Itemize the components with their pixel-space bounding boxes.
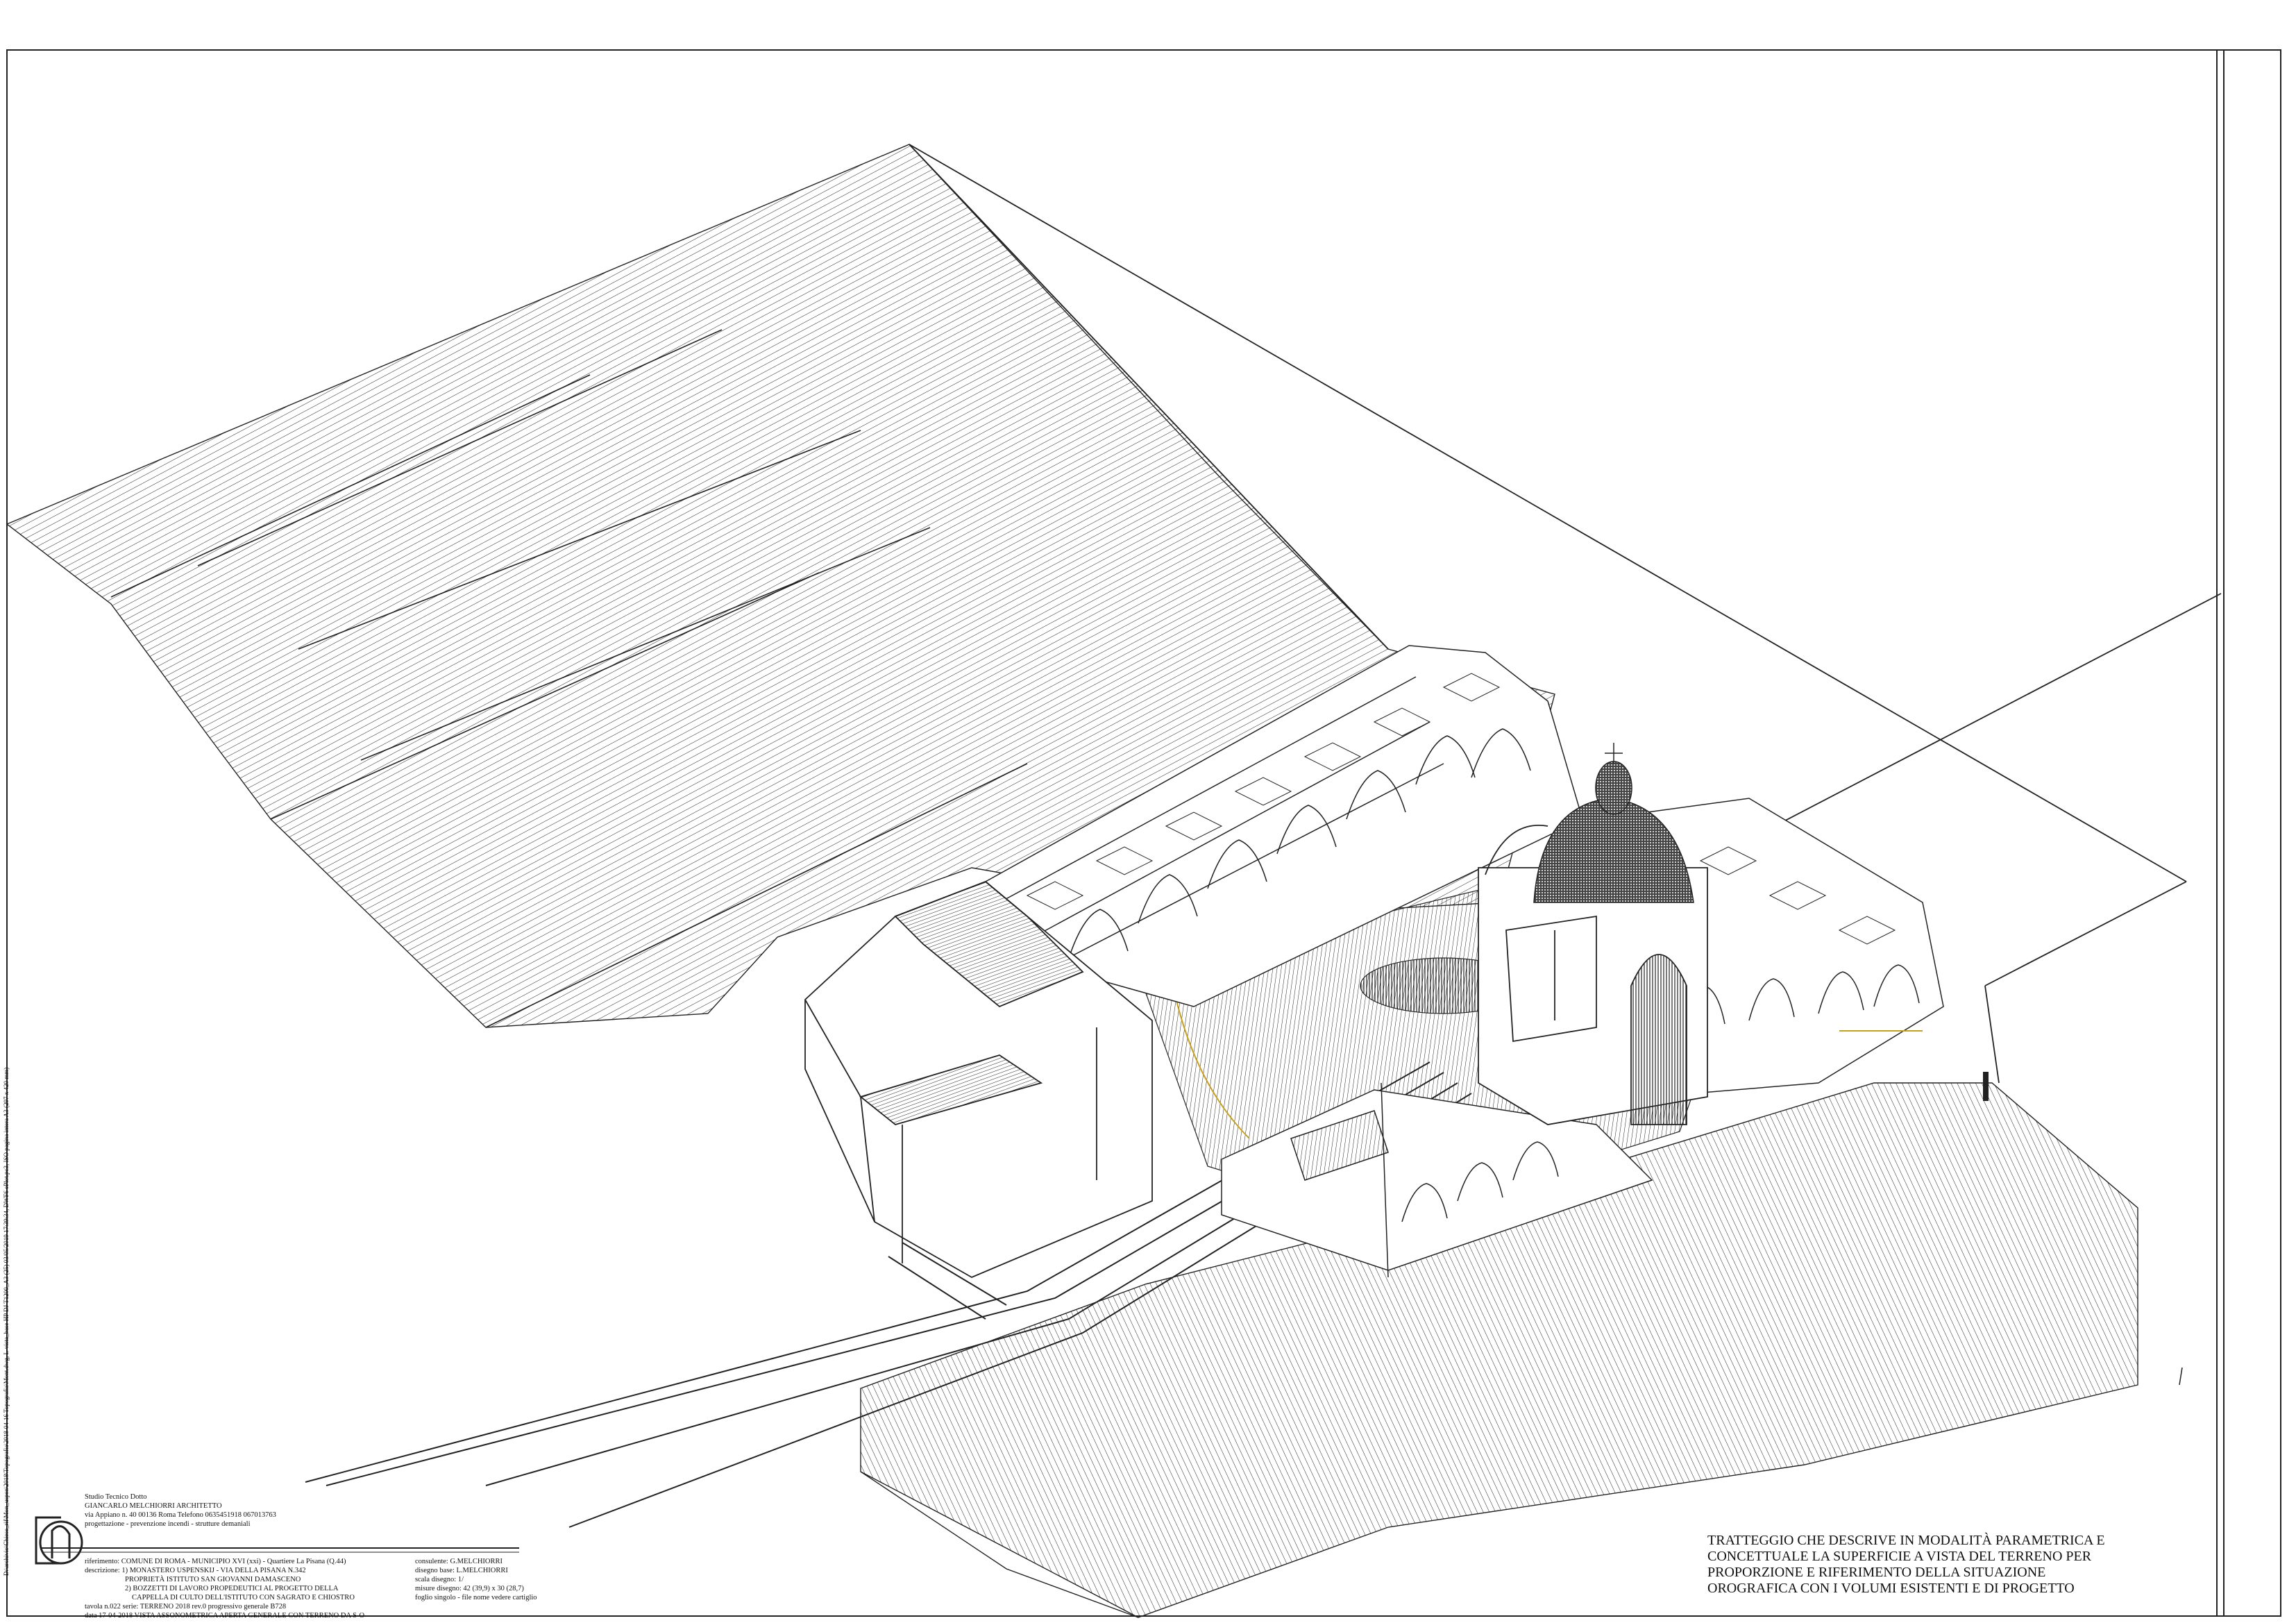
file-path-label: D:\archivio\Chiese_rif\Mon_uspen\2018\To…	[3, 1067, 10, 1576]
tavola-info: tavola n.022 serie: TERRENO 2018 rev.0 p…	[85, 1603, 287, 1611]
architect-name: GIANCARLO MELCHIORRI ARCHITETTO	[85, 1502, 222, 1510]
note-line-2: CONCETTUALE LA SUPERFICIE A VISTA DEL TE…	[1707, 1549, 2092, 1564]
studio-roles: progettazione - prevenzione incendi - st…	[85, 1520, 251, 1528]
scala-disegno: scala disegno: 1/	[415, 1576, 464, 1583]
studio-address: via Appiano n. 40 00136 Roma Telefono 06…	[85, 1511, 276, 1519]
note-line-4: OROGRAFICA CON I VOLUMI ESISTENTI E DI P…	[1707, 1581, 2075, 1596]
axonometric-drawing	[6, 49, 2281, 1618]
consulente: consulente: G.MELCHIORRI	[415, 1558, 503, 1565]
drawing-date-title: data 17-04-2018 VISTA ASSONOMETRICA APER…	[85, 1612, 365, 1620]
disegno-base: disegno base: L.MELCHIORRI	[415, 1567, 508, 1574]
descrizione-4: CAPPELLA DI CULTO DELL'ISTITUTO CON SAGR…	[132, 1594, 355, 1601]
note-line-1: TRATTEGGIO CHE DESCRIVE IN MODALITÀ PARA…	[1707, 1533, 2105, 1548]
descrizione-3: 2) BOZZETTI DI LAVORO PROPEDEUTICI AL PR…	[125, 1585, 339, 1592]
terrain-hatch-note: TRATTEGGIO CHE DESCRIVE IN MODALITÀ PARA…	[1707, 1533, 2105, 1597]
misure-disegno: misure disegno: 42 (39,9) x 30 (28,7)	[415, 1585, 524, 1592]
descrizione-1: descrizione: 1) MONASTERO USPENSKIJ - VI…	[85, 1567, 306, 1574]
note-line-3: PROPORZIONE E RIFERIMENTO DELLA SITUAZIO…	[1707, 1565, 2046, 1580]
studio-name: Studio Tecnico Dotto	[85, 1493, 147, 1501]
foglio-info: foglio singolo - file nome vedere cartig…	[415, 1594, 537, 1601]
descrizione-2: PROPRIETÀ ISTITUTO SAN GIOVANNI DAMASCEN…	[125, 1576, 301, 1583]
riferimento: riferimento: COMUNE DI ROMA - MUNICIPIO …	[85, 1558, 346, 1565]
